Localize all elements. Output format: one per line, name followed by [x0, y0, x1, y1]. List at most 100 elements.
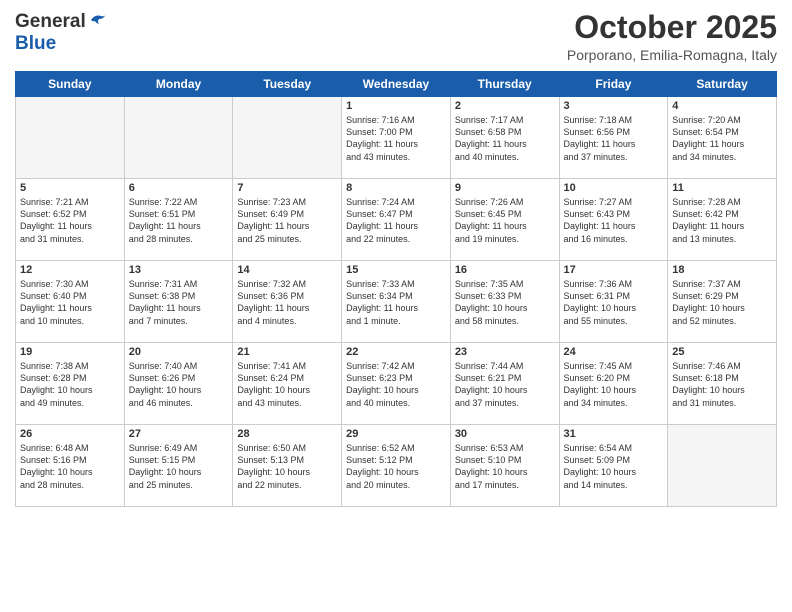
- table-row: 13Sunrise: 7:31 AM Sunset: 6:38 PM Dayli…: [124, 261, 233, 343]
- col-thursday: Thursday: [450, 72, 559, 97]
- day-info: Sunrise: 7:44 AM Sunset: 6:21 PM Dayligh…: [455, 360, 555, 409]
- table-row: 12 Sunrise: 7:30 AM Sunset: 6:40 PM Dayli…: [16, 261, 125, 343]
- col-sunday: Sunday: [16, 72, 125, 97]
- table-row: 15Sunrise: 7:33 AM Sunset: 6:34 PM Dayli…: [342, 261, 451, 343]
- day-info: Sunrise: 7:27 AM Sunset: 6:43 PM Dayligh…: [564, 196, 664, 245]
- day-info: Sunrise: 7:40 AM Sunset: 6:26 PM Dayligh…: [129, 360, 229, 409]
- day-number: 1: [346, 100, 446, 112]
- day-info: Sunrise: 7:28 AM Sunset: 6:42 PM Dayligh…: [672, 196, 772, 245]
- day-info: Sunrise: 7:18 AM Sunset: 6:56 PM Dayligh…: [564, 114, 664, 163]
- table-row: 21Sunrise: 7:41 AM Sunset: 6:24 PM Dayli…: [233, 343, 342, 425]
- day-number: 11: [672, 182, 772, 194]
- day-info: Sunrise: 7:23 AM Sunset: 6:49 PM Dayligh…: [237, 196, 337, 245]
- day-number: 26: [20, 428, 120, 440]
- day-number: 7: [237, 182, 337, 194]
- title-block: October 2025 Porporano, Emilia-Romagna, …: [567, 10, 777, 63]
- day-info: Sunrise: 7:38 AM Sunset: 6:28 PM Dayligh…: [20, 360, 120, 409]
- month-title: October 2025: [567, 10, 777, 45]
- day-info: Sunrise: 7:31 AM Sunset: 6:38 PM Dayligh…: [129, 278, 229, 327]
- day-info: Sunrise: 7:36 AM Sunset: 6:31 PM Dayligh…: [564, 278, 664, 327]
- day-number: 21: [237, 346, 337, 358]
- table-row: 25 Sunrise: 7:46 AM Sunset: 6:18 PM Dayli…: [668, 343, 777, 425]
- logo: General Blue: [15, 10, 107, 55]
- table-row: 5 Sunrise: 7:21 AM Sunset: 6:52 PM Daylig…: [16, 179, 125, 261]
- table-row: 9 Sunrise: 7:26 AM Sunset: 6:45 PM Daylig…: [450, 179, 559, 261]
- day-number: 29: [346, 428, 446, 440]
- day-number: 8: [346, 182, 446, 194]
- table-row: 8 Sunrise: 7:24 AM Sunset: 6:47 PM Daylig…: [342, 179, 451, 261]
- day-number: 14: [237, 264, 337, 276]
- table-row: 16Sunrise: 7:35 AM Sunset: 6:33 PM Dayli…: [450, 261, 559, 343]
- table-row: 11 Sunrise: 7:28 AM Sunset: 6:42 PM Dayli…: [668, 179, 777, 261]
- table-row: 2Sunrise: 7:17 AM Sunset: 6:58 PM Daylig…: [450, 97, 559, 179]
- day-number: 15: [346, 264, 446, 276]
- calendar-week-row: 12 Sunrise: 7:30 AM Sunset: 6:40 PM Dayli…: [16, 261, 777, 343]
- day-info: Sunrise: 7:26 AM Sunset: 6:45 PM Dayligh…: [455, 196, 555, 245]
- day-info: Sunrise: 6:53 AM Sunset: 5:10 PM Dayligh…: [455, 442, 555, 491]
- table-row: 14 Sunrise: 7:32 AM Sunset: 6:36 PM Dayli…: [233, 261, 342, 343]
- calendar-week-row: 26 Sunrise: 6:48 AM Sunset: 5:16 PM Dayli…: [16, 425, 777, 507]
- table-row: 4Sunrise: 7:20 AM Sunset: 6:54 PM Daylig…: [668, 97, 777, 179]
- table-row: 6 Sunrise: 7:22 AM Sunset: 6:51 PM Daylig…: [124, 179, 233, 261]
- bird-svg: [89, 12, 107, 28]
- day-number: 3: [564, 100, 664, 112]
- logo-bird-icon: [89, 12, 107, 33]
- col-tuesday: Tuesday: [233, 72, 342, 97]
- table-row: [124, 97, 233, 179]
- day-number: 30: [455, 428, 555, 440]
- calendar-week-row: 5 Sunrise: 7:21 AM Sunset: 6:52 PM Daylig…: [16, 179, 777, 261]
- location: Porporano, Emilia-Romagna, Italy: [567, 47, 777, 63]
- day-number: 20: [129, 346, 229, 358]
- day-number: 28: [237, 428, 337, 440]
- table-row: 22 Sunrise: 7:42 AM Sunset: 6:23 PM Dayli…: [342, 343, 451, 425]
- col-friday: Friday: [559, 72, 668, 97]
- day-number: 16: [455, 264, 555, 276]
- day-info: Sunrise: 7:24 AM Sunset: 6:47 PM Dayligh…: [346, 196, 446, 245]
- col-monday: Monday: [124, 72, 233, 97]
- day-info: Sunrise: 7:46 AM Sunset: 6:18 PM Dayligh…: [672, 360, 772, 409]
- day-number: 5: [20, 182, 120, 194]
- table-row: 23 Sunrise: 7:44 AM Sunset: 6:21 PM Dayli…: [450, 343, 559, 425]
- table-row: 17 Sunrise: 7:36 AM Sunset: 6:31 PM Dayli…: [559, 261, 668, 343]
- day-info: Sunrise: 6:48 AM Sunset: 5:16 PM Dayligh…: [20, 442, 120, 491]
- calendar-header-row: Sunday Monday Tuesday Wednesday Thursday…: [16, 72, 777, 97]
- day-number: 10: [564, 182, 664, 194]
- day-number: 9: [455, 182, 555, 194]
- day-info: Sunrise: 7:37 AM Sunset: 6:29 PM Dayligh…: [672, 278, 772, 327]
- day-number: 27: [129, 428, 229, 440]
- day-number: 12: [20, 264, 120, 276]
- table-row: 3 Sunrise: 7:18 AM Sunset: 6:56 PM Daylig…: [559, 97, 668, 179]
- logo-general-text: General: [15, 11, 86, 33]
- day-number: 22: [346, 346, 446, 358]
- table-row: 20 Sunrise: 7:40 AM Sunset: 6:26 PM Dayli…: [124, 343, 233, 425]
- day-info: Sunrise: 6:54 AM Sunset: 5:09 PM Dayligh…: [564, 442, 664, 491]
- day-info: Sunrise: 7:20 AM Sunset: 6:54 PM Dayligh…: [672, 114, 772, 163]
- col-saturday: Saturday: [668, 72, 777, 97]
- day-info: Sunrise: 7:30 AM Sunset: 6:40 PM Dayligh…: [20, 278, 120, 327]
- day-number: 25: [672, 346, 772, 358]
- day-info: Sunrise: 7:16 AM Sunset: 7:00 PM Dayligh…: [346, 114, 446, 163]
- day-info: Sunrise: 7:22 AM Sunset: 6:51 PM Dayligh…: [129, 196, 229, 245]
- table-row: 26 Sunrise: 6:48 AM Sunset: 5:16 PM Dayli…: [16, 425, 125, 507]
- day-number: 19: [20, 346, 120, 358]
- day-info: Sunrise: 7:21 AM Sunset: 6:52 PM Dayligh…: [20, 196, 120, 245]
- day-info: Sunrise: 7:45 AM Sunset: 6:20 PM Dayligh…: [564, 360, 664, 409]
- day-info: Sunrise: 7:32 AM Sunset: 6:36 PM Dayligh…: [237, 278, 337, 327]
- table-row: 19 Sunrise: 7:38 AM Sunset: 6:28 PM Dayli…: [16, 343, 125, 425]
- table-row: 24Sunrise: 7:45 AM Sunset: 6:20 PM Dayli…: [559, 343, 668, 425]
- table-row: 7 Sunrise: 7:23 AM Sunset: 6:49 PM Daylig…: [233, 179, 342, 261]
- header: General Blue October 2025 Porporano, Emi…: [15, 10, 777, 63]
- day-number: 23: [455, 346, 555, 358]
- day-number: 2: [455, 100, 555, 112]
- day-number: 31: [564, 428, 664, 440]
- table-row: 28Sunrise: 6:50 AM Sunset: 5:13 PM Dayli…: [233, 425, 342, 507]
- day-number: 6: [129, 182, 229, 194]
- day-number: 18: [672, 264, 772, 276]
- table-row: 10 Sunrise: 7:27 AM Sunset: 6:43 PM Dayli…: [559, 179, 668, 261]
- day-number: 17: [564, 264, 664, 276]
- table-row: 29Sunrise: 6:52 AM Sunset: 5:12 PM Dayli…: [342, 425, 451, 507]
- calendar-week-row: 1 Sunrise: 7:16 AM Sunset: 7:00 PM Daylig…: [16, 97, 777, 179]
- col-wednesday: Wednesday: [342, 72, 451, 97]
- day-info: Sunrise: 7:42 AM Sunset: 6:23 PM Dayligh…: [346, 360, 446, 409]
- table-row: [233, 97, 342, 179]
